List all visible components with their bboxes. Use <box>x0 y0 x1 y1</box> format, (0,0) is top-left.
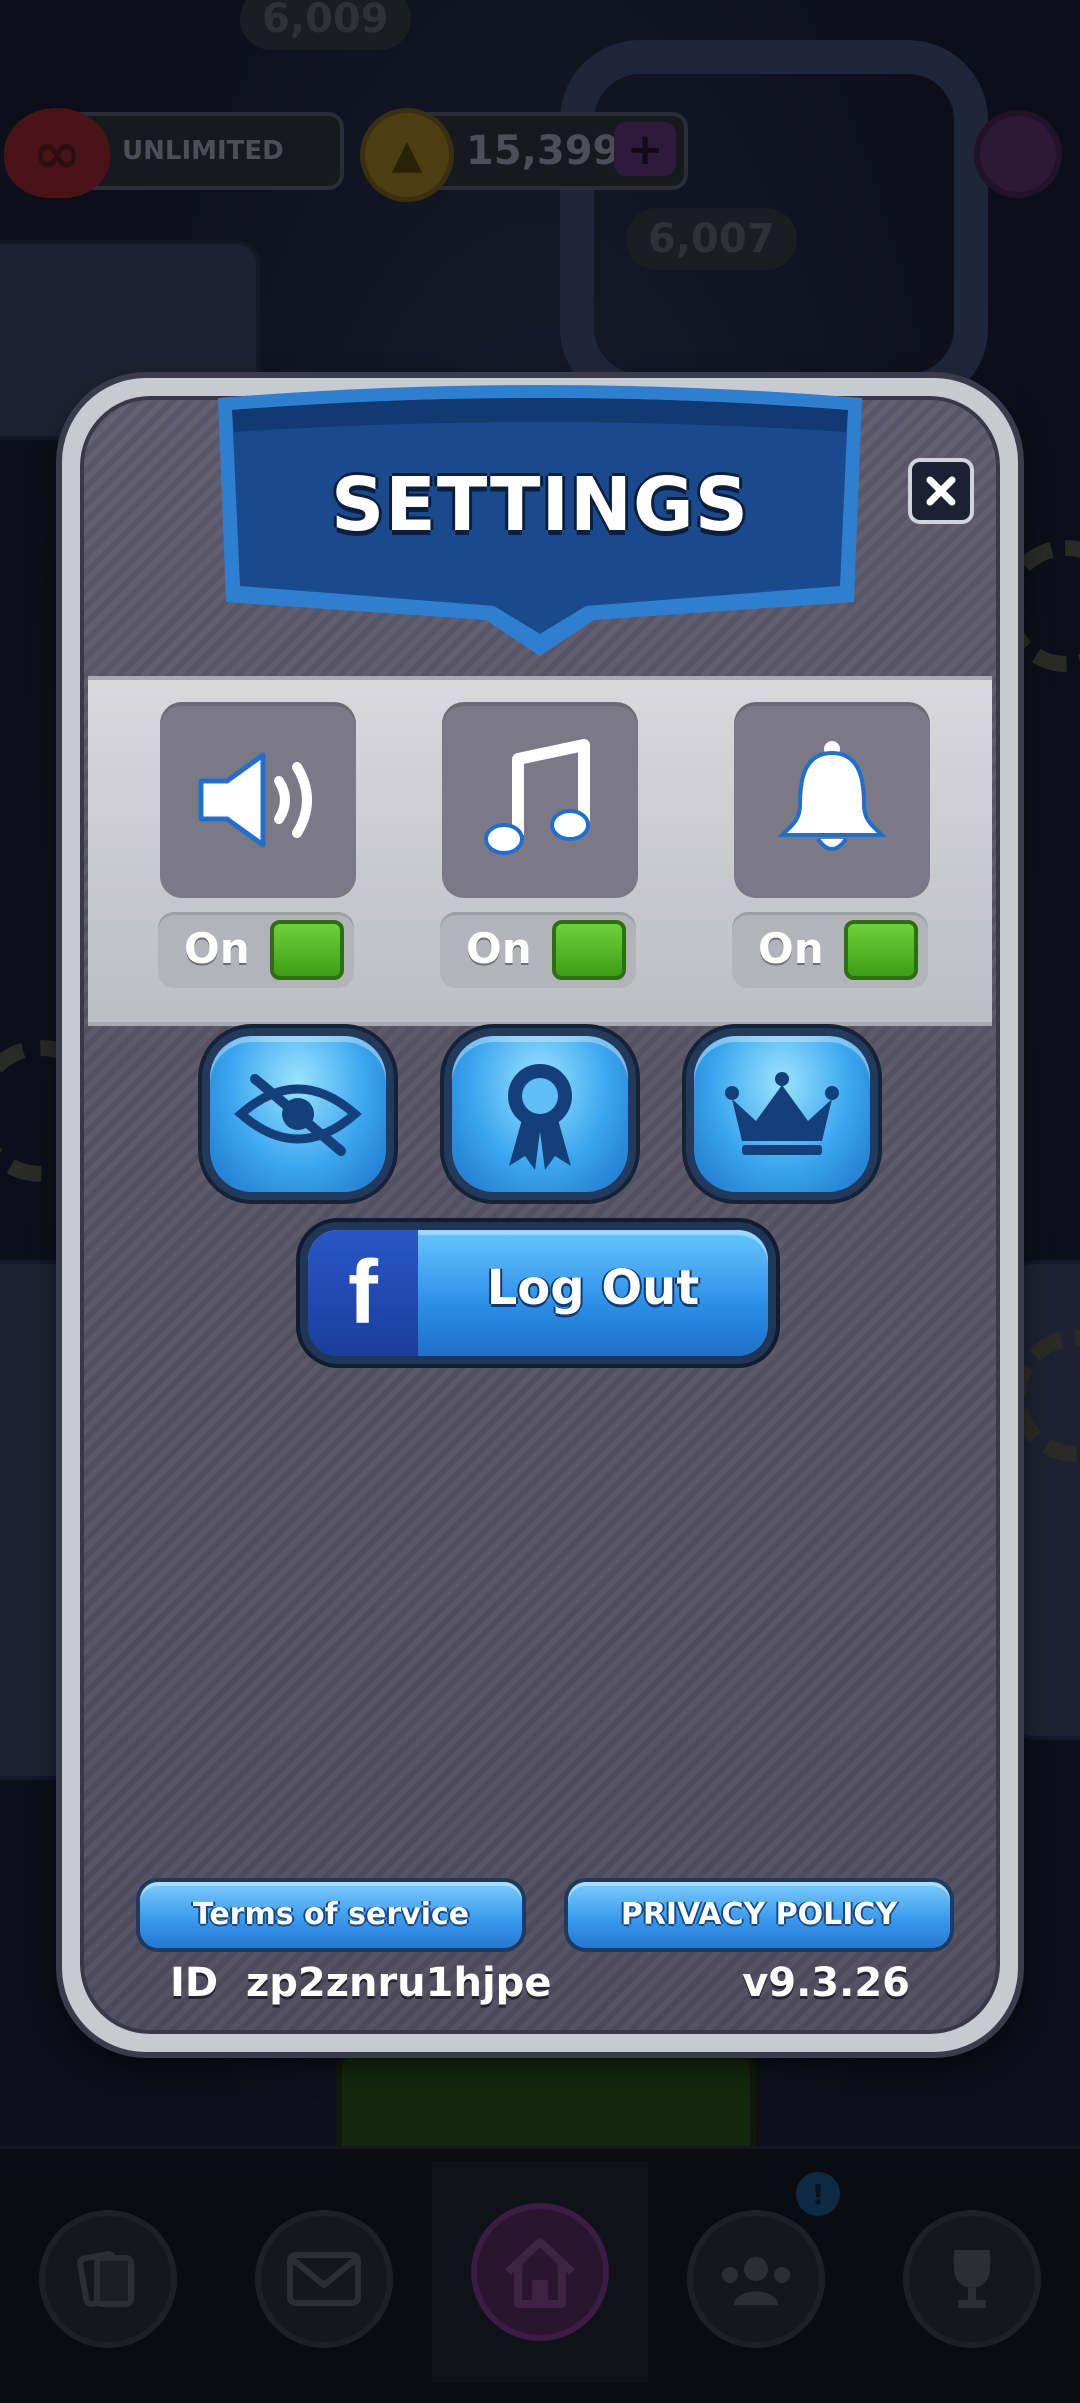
sound-toggle[interactable]: On <box>158 912 354 988</box>
sound-icon <box>198 752 312 848</box>
friends-notification-badge: ! <box>796 2172 840 2216</box>
mail-icon <box>255 2210 393 2348</box>
coin-icon: ▲ <box>360 108 454 202</box>
nav-home[interactable] <box>432 2161 648 2383</box>
music-toggle-switch[interactable] <box>552 920 626 980</box>
infinity-heart-icon: ∞ <box>4 108 110 198</box>
privacy-button[interactable] <box>210 1036 386 1192</box>
cards-icon <box>39 2210 177 2348</box>
achievements-button[interactable] <box>452 1036 628 1192</box>
vip-button[interactable] <box>694 1036 870 1192</box>
facebook-logout-button[interactable]: f Log Out <box>308 1230 768 1356</box>
nav-trophy[interactable] <box>864 2179 1080 2379</box>
sound-card <box>160 702 356 898</box>
sound-toggle-label: On <box>184 924 250 973</box>
notification-bell-icon <box>777 741 887 851</box>
music-icon <box>484 739 590 855</box>
nav-mail[interactable] <box>216 2179 432 2379</box>
close-button[interactable] <box>908 458 974 524</box>
facebook-icon: f <box>308 1230 418 1356</box>
sound-toggle-switch[interactable] <box>270 920 344 980</box>
notifications-card <box>734 702 930 898</box>
score-bubble: 6,009 <box>240 0 411 50</box>
nav-cards[interactable] <box>0 2179 216 2379</box>
close-icon <box>926 476 956 506</box>
coin-count: 15,399 <box>466 128 621 174</box>
app-version: v9.3.26 <box>742 1960 910 2006</box>
home-icon <box>471 2203 609 2341</box>
award-ribbon-icon <box>508 1064 572 1170</box>
notifications-toggle-label: On <box>758 924 824 973</box>
player-id: ID zp2znru1hjpe <box>170 1960 551 2006</box>
gem-icon[interactable] <box>974 110 1062 198</box>
music-card <box>442 702 638 898</box>
notifications-toggle[interactable]: On <box>732 912 928 988</box>
notifications-toggle-switch[interactable] <box>844 920 918 980</box>
add-coins-button[interactable]: + <box>614 122 676 176</box>
score-bubble: 6,007 <box>626 208 797 270</box>
privacy-policy-button[interactable]: PRIVACY POLICY <box>568 1882 950 1948</box>
privacy-hide-icon <box>234 1074 362 1156</box>
friends-icon <box>687 2210 825 2348</box>
player-id-label: ID <box>170 1960 219 2006</box>
terms-of-service-button[interactable]: Terms of service <box>140 1882 522 1948</box>
crown-icon <box>725 1072 839 1155</box>
bottom-nav <box>0 2146 1080 2403</box>
music-toggle[interactable]: On <box>440 912 636 988</box>
settings-header-ribbon: SETTINGS <box>214 372 866 656</box>
trophy-icon <box>903 2210 1041 2348</box>
lives-label: UNLIMITED <box>122 136 284 166</box>
settings-title: SETTINGS <box>331 462 749 548</box>
music-toggle-label: On <box>466 924 532 973</box>
player-id-value: zp2znru1hjpe <box>245 1960 552 2006</box>
logout-label: Log Out <box>486 1260 700 1316</box>
